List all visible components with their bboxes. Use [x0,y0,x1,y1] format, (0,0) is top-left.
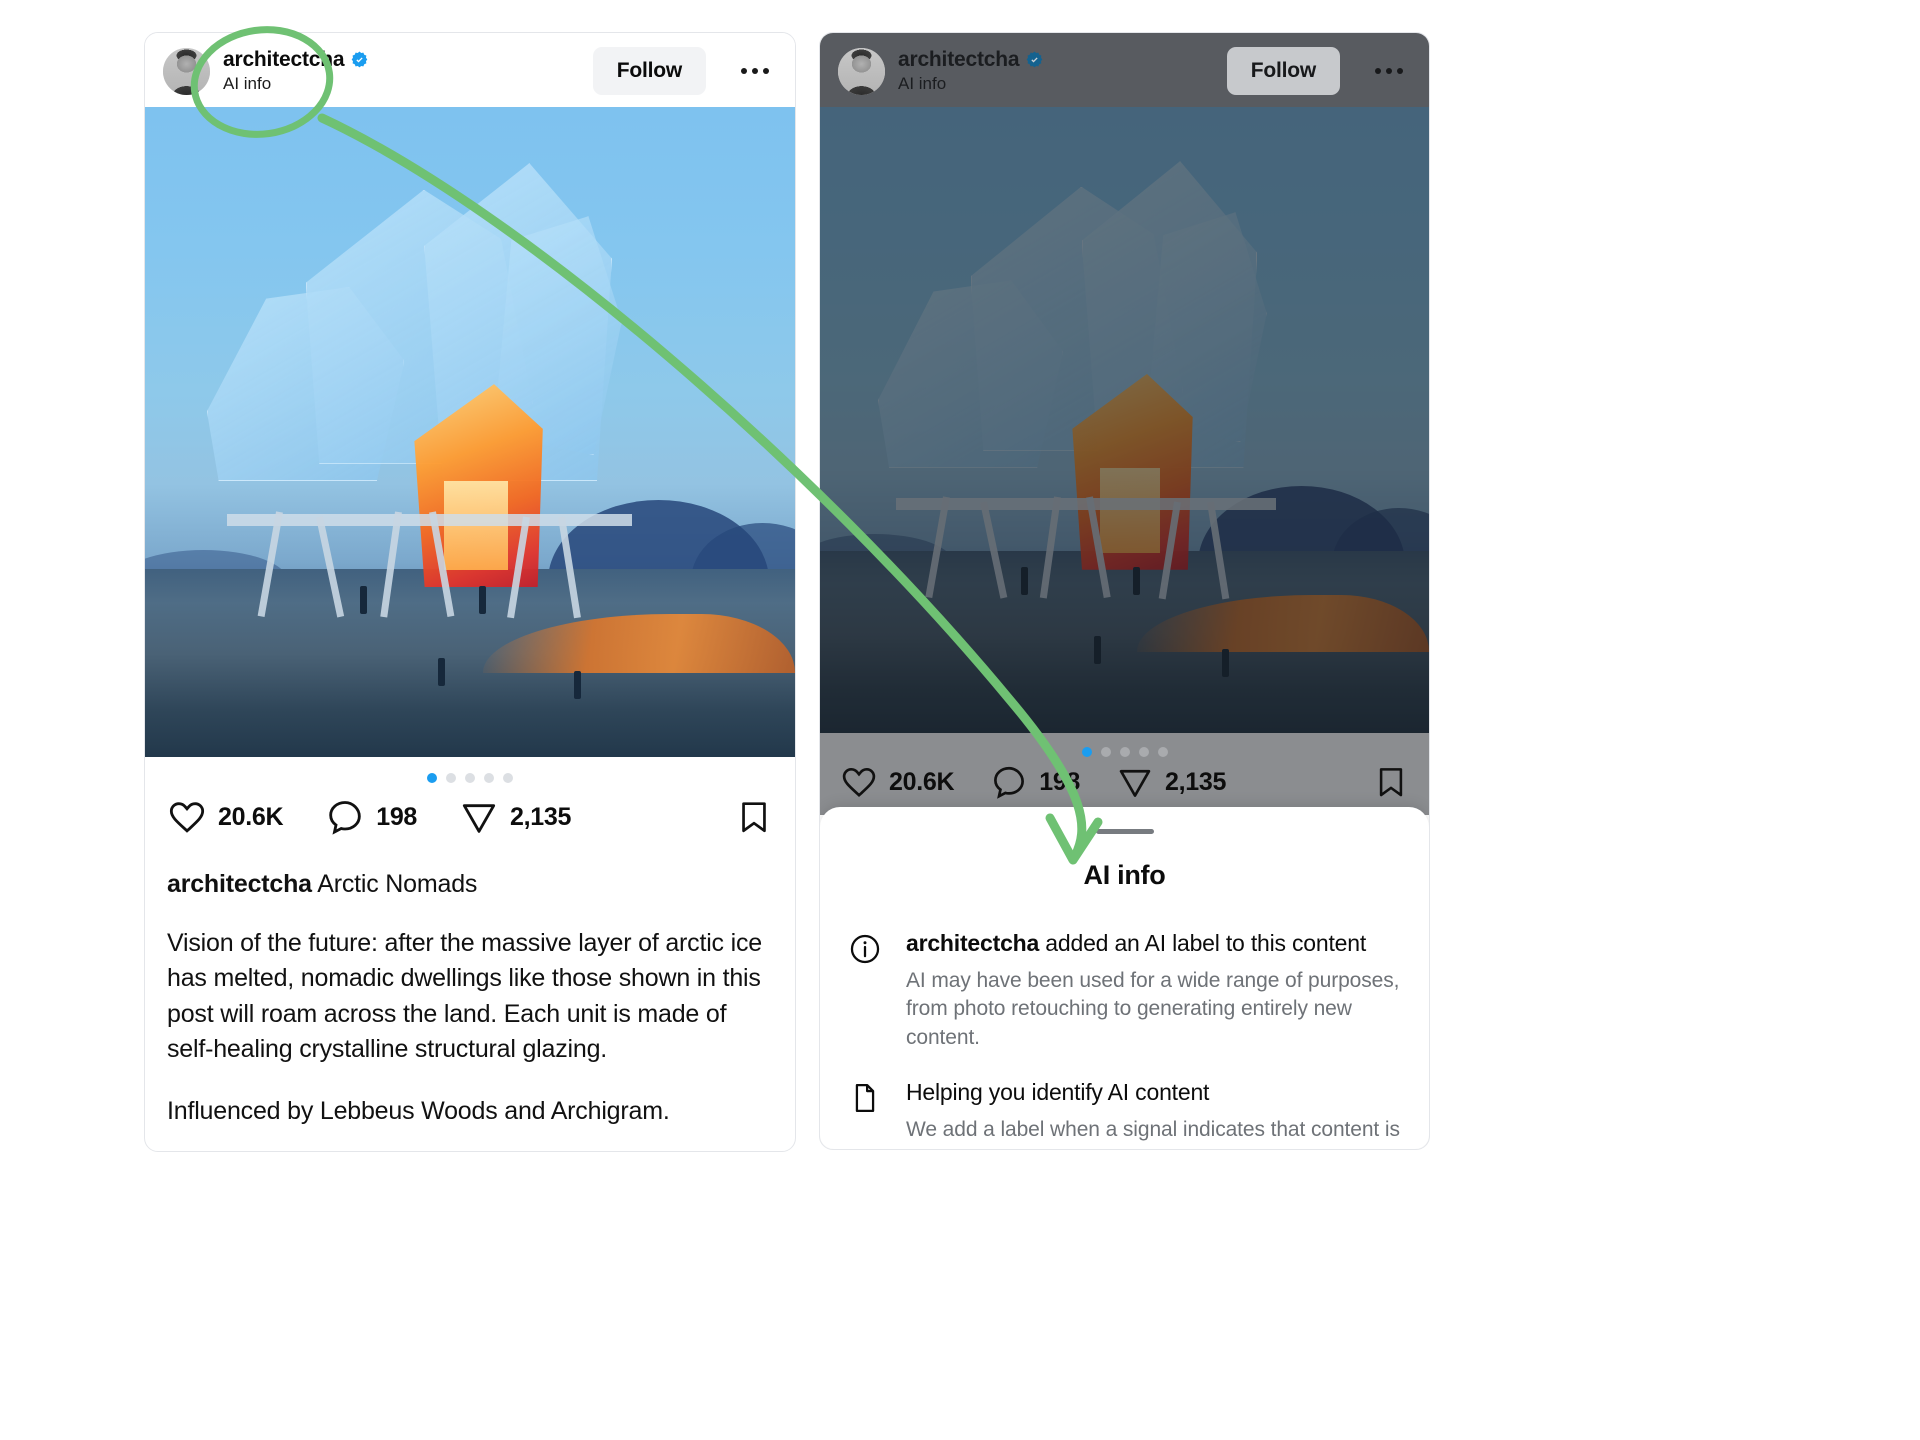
sheet-heading-bold: architectcha [906,930,1040,956]
sheet-heading-rest: Helping you identify AI content [906,1079,1210,1106]
avatar[interactable] [838,47,885,95]
info-circle-icon [848,929,884,1052]
ai-info-label[interactable]: AI info [223,74,368,94]
carousel-dot[interactable] [1100,747,1111,757]
post-image-dimmed[interactable] [820,107,1429,733]
ai-info-label[interactable]: AI info [898,74,1043,94]
post-header-names: architectcha AI info [898,48,1043,94]
document-icon [848,1078,884,1149]
carousel-dot[interactable] [503,773,513,783]
caption-influence: Influenced by Lebbeus Woods and Archigra… [167,1096,670,1125]
share-count: 2,135 [1165,767,1227,796]
carousel-dot[interactable] [1157,747,1168,757]
bookmark-icon[interactable] [735,798,773,836]
sheet-heading: Helping you identify AI content [906,1078,1401,1107]
carousel-dot[interactable] [465,773,475,783]
carousel-dot[interactable] [427,773,437,783]
caption-body: Vision of the future: after the massive … [167,928,762,1064]
screenshot-stage: architectcha AI info Follow 20.6K 198 2,… [0,0,1920,1440]
carousel-dots[interactable] [145,757,795,787]
post-card-normal: architectcha AI info Follow 20.6K 198 2,… [144,32,796,1152]
sheet-row-ai-label: architectcha added an AI label to this c… [848,929,1401,1052]
comment-action[interactable]: 198 [990,763,1080,801]
comment-action[interactable]: 198 [325,797,417,837]
post-header-dimmed: architectcha AI info Follow [820,33,1429,107]
sheet-heading: architectcha added an AI label to this c… [906,929,1401,958]
follow-button[interactable]: Follow [1226,47,1340,95]
post-card-with-ai-info-sheet: architectcha AI info Follow 20.6K 198 2,… [819,32,1430,1150]
share-count: 2,135 [510,802,572,831]
post-username[interactable]: architectcha [223,48,345,72]
post-header: architectcha AI info Follow [145,33,795,107]
caption-title-line: architectcha Arctic Nomads [167,869,773,900]
more-options-icon[interactable] [733,49,777,93]
post-image[interactable] [145,107,795,757]
post-caption: architectcha Arctic Nomads Vision of the… [145,851,795,1151]
image-dim-overlay [820,107,1429,733]
sheet-body-text: We add a label when a signal indicates t… [906,1118,1400,1149]
like-count: 20.6K [218,802,284,831]
verified-badge-icon [1026,51,1043,68]
verified-badge-icon [351,51,368,68]
caption-title: Arctic Nomads [317,870,478,898]
heart-icon [169,802,205,833]
sheet-grabber[interactable] [1095,829,1154,834]
caption-author[interactable]: architectcha [167,870,312,898]
share-icon [462,804,496,833]
like-action[interactable]: 20.6K [167,797,284,837]
heart-icon [842,767,876,797]
sheet-heading-rest: added an AI label to this content [1039,930,1367,956]
carousel-dot[interactable] [1138,747,1149,757]
ai-info-sheet: AI info architectcha added an AI label t… [820,807,1429,1149]
carousel-dot[interactable] [1119,747,1130,757]
carousel-dot[interactable] [1081,747,1092,757]
comment-count: 198 [376,802,418,831]
post-actions: 20.6K 198 2,135 [145,787,795,851]
like-action[interactable]: 20.6K [840,763,955,801]
follow-button[interactable]: Follow [592,47,706,95]
comment-count: 198 [1039,767,1081,796]
post-username[interactable]: architectcha [898,48,1020,72]
sheet-title: AI info [1083,860,1166,890]
sheet-body: We add a label when a signal indicates t… [906,1116,1401,1149]
sheet-row-identify: Helping you identify AI content We add a… [848,1078,1401,1149]
share-icon [1119,769,1151,797]
post-header-names: architectcha AI info [223,48,368,94]
avatar[interactable] [163,47,210,95]
like-count: 20.6K [889,767,955,796]
share-action[interactable]: 2,135 [1116,763,1226,801]
sheet-body: AI may have been used for a wide range o… [906,968,1400,1049]
carousel-dots[interactable] [820,733,1429,757]
bookmark-icon[interactable] [1373,764,1409,800]
comment-icon [329,801,361,835]
carousel-dot[interactable] [446,773,456,783]
share-action[interactable]: 2,135 [459,797,571,837]
more-options-icon[interactable] [1367,49,1411,93]
comment-icon [994,766,1025,799]
carousel-dot[interactable] [484,773,494,783]
